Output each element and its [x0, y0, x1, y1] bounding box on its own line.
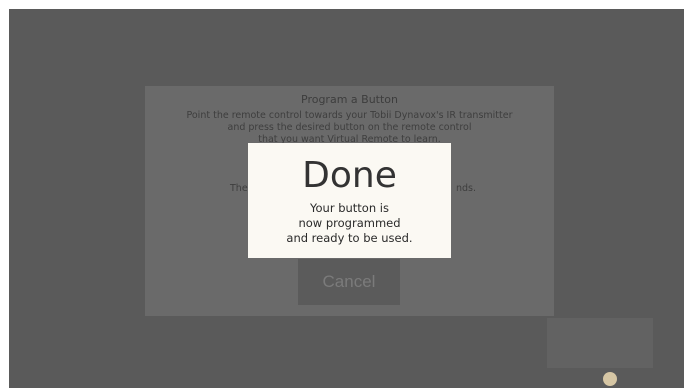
cancel-button[interactable]: Cancel	[298, 259, 400, 305]
done-message-line: now programmed	[298, 216, 401, 230]
status-text-left: The	[230, 183, 248, 194]
done-message-line: Your button is	[310, 201, 389, 215]
background-tile	[547, 318, 653, 368]
accent-circle-icon	[603, 372, 617, 386]
program-dialog-title: Program a Button	[301, 93, 398, 106]
instruction-line: Point the remote control towards your To…	[186, 110, 513, 121]
app-screen: Program a Button Point the remote contro…	[9, 9, 684, 388]
done-message: Your button is now programmed and ready …	[248, 201, 451, 246]
done-title: Done	[302, 155, 397, 196]
done-modal[interactable]: Done Your button is now programmed and r…	[248, 143, 451, 258]
done-message-line: and ready to be used.	[286, 231, 413, 245]
program-instructions: Point the remote control towards your To…	[145, 110, 554, 146]
instruction-line: and press the desired button on the remo…	[227, 122, 472, 133]
status-text-right: nds.	[456, 183, 477, 194]
